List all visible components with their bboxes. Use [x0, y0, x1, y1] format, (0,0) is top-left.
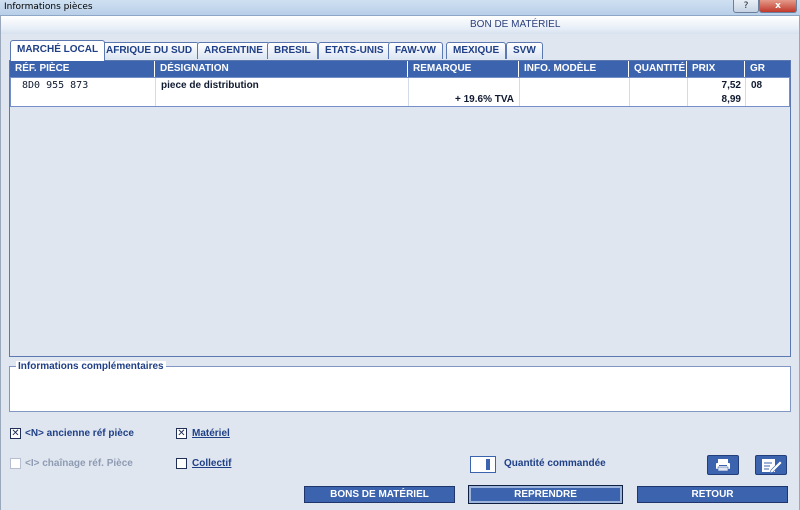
- quantity-label: Quantité commandée: [504, 458, 606, 469]
- info-complementaires-box[interactable]: Informations complémentaires: [9, 361, 791, 412]
- remarque-value: + 19.6% TVA: [454, 94, 514, 105]
- tab-marche-local[interactable]: MARCHÉ LOCAL: [10, 40, 106, 61]
- table-header: RÉF. PIÈCE DÉSIGNATION REMARQUE INFO. MO…: [10, 61, 790, 77]
- collectif-label: Collectif: [192, 458, 232, 469]
- window-title: Informations pièces: [4, 2, 93, 12]
- tab-afrique-du-sud[interactable]: AFRIQUE DU SUD: [99, 42, 200, 59]
- table-row[interactable]: 8D0 955 873 piece de distribution + 19.6…: [10, 77, 790, 107]
- cell-prix: 7,52 8,99: [688, 78, 746, 106]
- col-gr[interactable]: GR: [745, 61, 790, 77]
- page-title: BON DE MATÉRIEL: [470, 19, 561, 30]
- col-prix[interactable]: PRIX: [687, 61, 745, 77]
- col-quantite[interactable]: QUANTITÉ: [629, 61, 687, 77]
- cell-info-modele: [520, 78, 630, 106]
- ancienne-ref-checkbox[interactable]: ✕: [10, 428, 21, 439]
- edit-icon: [762, 459, 783, 474]
- tab-etats-unis[interactable]: ETATS-UNIS: [318, 42, 391, 59]
- close-button[interactable]: x: [759, 0, 797, 13]
- info-complementaires-label: Informations complémentaires: [16, 361, 166, 372]
- cell-ref: 8D0 955 873: [11, 78, 156, 106]
- quantity-input[interactable]: [470, 456, 496, 473]
- edit-button[interactable]: [755, 455, 787, 475]
- parts-table: RÉF. PIÈCE DÉSIGNATION REMARQUE INFO. MO…: [9, 60, 791, 357]
- print-button[interactable]: [707, 455, 739, 475]
- cell-quantite: [630, 78, 688, 106]
- help-button[interactable]: ?: [733, 0, 759, 13]
- header-band: BON DE MATÉRIEL: [1, 16, 799, 34]
- ancienne-ref-label: <N> ancienne réf pièce: [25, 428, 134, 439]
- cell-designation: piece de distribution: [156, 78, 409, 106]
- collectif-checkbox[interactable]: [176, 458, 187, 469]
- printer-icon: [716, 459, 730, 472]
- col-ref-piece[interactable]: RÉF. PIÈCE: [10, 61, 155, 77]
- bons-de-materiel-button[interactable]: BONS DE MATÉRIEL: [304, 486, 455, 503]
- chainage-ref-label: <I> chaînage réf. Pièce: [25, 458, 133, 469]
- tab-argentine[interactable]: ARGENTINE: [197, 42, 270, 59]
- col-info-modele[interactable]: INFO. MODÈLE: [519, 61, 629, 77]
- designation-value: piece de distribution: [161, 80, 259, 91]
- reprendre-button[interactable]: REPRENDRE: [468, 485, 623, 504]
- tab-faw-vw[interactable]: FAW-VW: [388, 42, 443, 59]
- window-titlebar: Informations pièces ? x: [0, 0, 800, 16]
- col-designation[interactable]: DÉSIGNATION: [155, 61, 408, 77]
- cell-remarque: + 19.6% TVA: [409, 78, 520, 106]
- materiel-checkbox[interactable]: ✕: [176, 428, 187, 439]
- cell-gr: 08: [746, 78, 790, 106]
- retour-button[interactable]: RETOUR: [637, 486, 788, 503]
- col-remarque[interactable]: REMARQUE: [408, 61, 519, 77]
- tab-bresil[interactable]: BRESIL: [267, 42, 318, 59]
- prix-ttc-value: 8,99: [721, 94, 741, 105]
- prix-value: 7,52: [721, 80, 741, 91]
- gr-value: 08: [751, 80, 763, 91]
- chainage-ref-checkbox[interactable]: [10, 458, 21, 469]
- tab-svw[interactable]: SVW: [506, 42, 543, 59]
- dialog-body: BON DE MATÉRIEL MARCHÉ LOCAL AFRIQUE DU …: [0, 16, 800, 510]
- ref-value: 8D0 955 873: [22, 80, 89, 91]
- materiel-label: Matériel: [192, 428, 230, 439]
- tab-mexique[interactable]: MEXIQUE: [446, 42, 507, 59]
